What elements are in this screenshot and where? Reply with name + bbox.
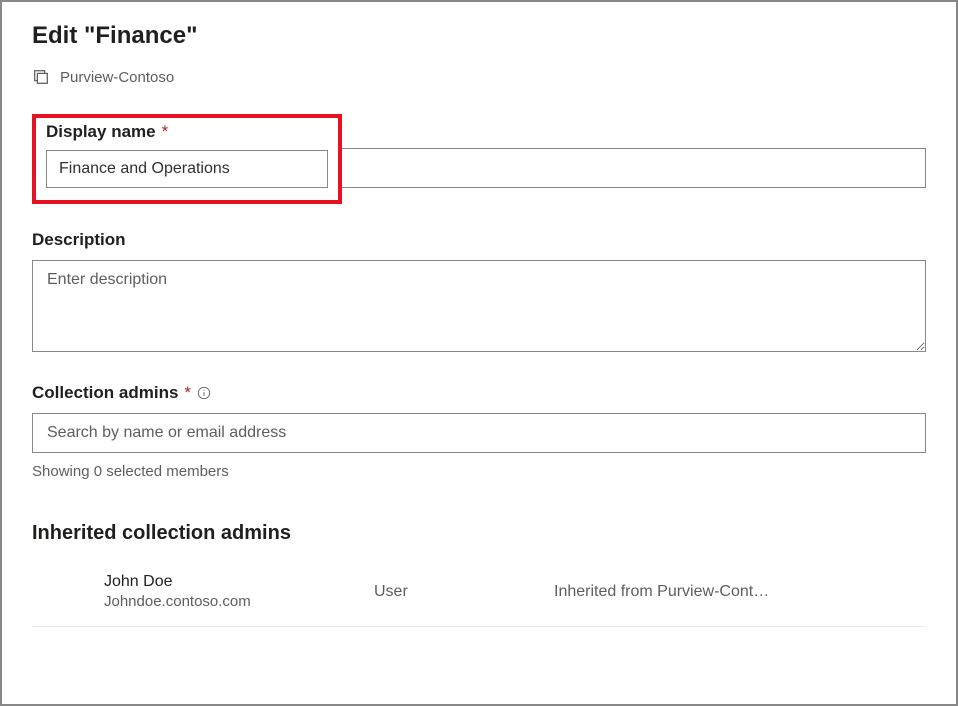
- selected-members-count: Showing 0 selected members: [32, 463, 926, 480]
- required-indicator: *: [184, 383, 191, 403]
- description-field: Description: [32, 230, 926, 357]
- inherited-admin-row: John Doe Johndoe.contoso.com User Inheri…: [32, 565, 926, 627]
- description-input[interactable]: [32, 260, 926, 352]
- inherited-admin-source: Inherited from Purview-Cont…: [554, 583, 769, 601]
- display-name-label: Display name *: [46, 122, 328, 142]
- display-name-highlight: Display name *: [32, 114, 342, 204]
- display-name-field: Display name *: [32, 114, 926, 204]
- inherited-admin-type: User: [374, 583, 554, 601]
- breadcrumb: Purview-Contoso: [32, 68, 926, 86]
- collection-admins-label: Collection admins *: [32, 383, 926, 403]
- breadcrumb-parent: Purview-Contoso: [60, 69, 174, 86]
- inherited-admin-email: Johndoe.contoso.com: [104, 593, 374, 610]
- collection-icon: [32, 68, 50, 86]
- description-label: Description: [32, 230, 926, 250]
- collection-admins-search-input[interactable]: [32, 413, 926, 453]
- info-icon[interactable]: [197, 386, 211, 400]
- collection-admins-field: Collection admins * Showing 0 selected m…: [32, 383, 926, 480]
- page-title: Edit "Finance": [32, 22, 926, 50]
- display-name-input[interactable]: [46, 150, 328, 188]
- required-indicator: *: [162, 122, 169, 142]
- inherited-admins-heading: Inherited collection admins: [32, 522, 926, 545]
- inherited-admin-name: John Doe: [104, 573, 374, 591]
